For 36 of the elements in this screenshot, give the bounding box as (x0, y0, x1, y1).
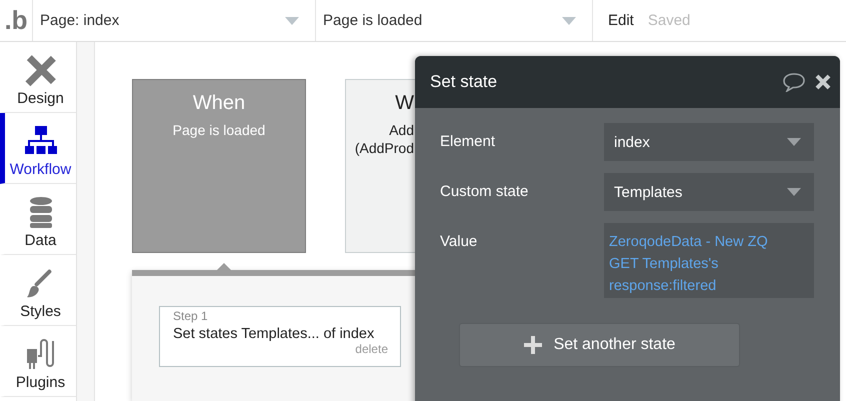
event-title: W (395, 92, 414, 115)
tab-label: Plugins (16, 374, 66, 391)
sidebar-tab[interactable]: Design (0, 42, 76, 113)
edit-menu[interactable]: Edit (608, 12, 634, 29)
tab-label: Design (17, 90, 64, 107)
field-label: Value (440, 232, 478, 250)
sidebar-tab[interactable]: Plugins (0, 326, 76, 397)
plus-icon (524, 336, 542, 354)
field-label: Custom state (440, 182, 530, 200)
comment-icon[interactable] (782, 72, 806, 92)
caret-icon (787, 138, 801, 146)
state-dropdown[interactable]: index (604, 123, 814, 161)
save-status: Saved (648, 12, 690, 29)
event-text: Add (389, 121, 414, 139)
close-icon[interactable] (814, 73, 832, 91)
tab-label: Data (24, 232, 56, 249)
tab-label: Styles (20, 303, 61, 320)
step-label: Step 1 (173, 309, 209, 323)
step-card[interactable]: Step 1 Set states Templates... of index delete (159, 306, 401, 367)
sidebar-tab[interactable]: Styles (0, 255, 76, 326)
caret-icon (787, 188, 801, 196)
app-logo[interactable]: .b (0, 0, 33, 41)
event-text: (AddProd (354, 139, 414, 157)
event-select[interactable]: Page is loaded (316, 0, 593, 41)
add-state-button[interactable]: Set another state (459, 323, 740, 367)
event-text: Page is loaded (172, 121, 266, 139)
caret-icon (285, 16, 299, 24)
page-select[interactable]: Page: index (33, 0, 316, 41)
step-action: Set states Templates... of index (173, 326, 376, 342)
field-label: Element (440, 132, 496, 150)
tab-label: Workflow (10, 161, 72, 178)
sidebar-tab[interactable]: Data (0, 184, 76, 255)
event-title: When (192, 92, 246, 115)
caret-icon (562, 16, 576, 24)
state-dropdown[interactable]: Templates (604, 173, 814, 211)
dialog-title: Set state (430, 72, 498, 92)
